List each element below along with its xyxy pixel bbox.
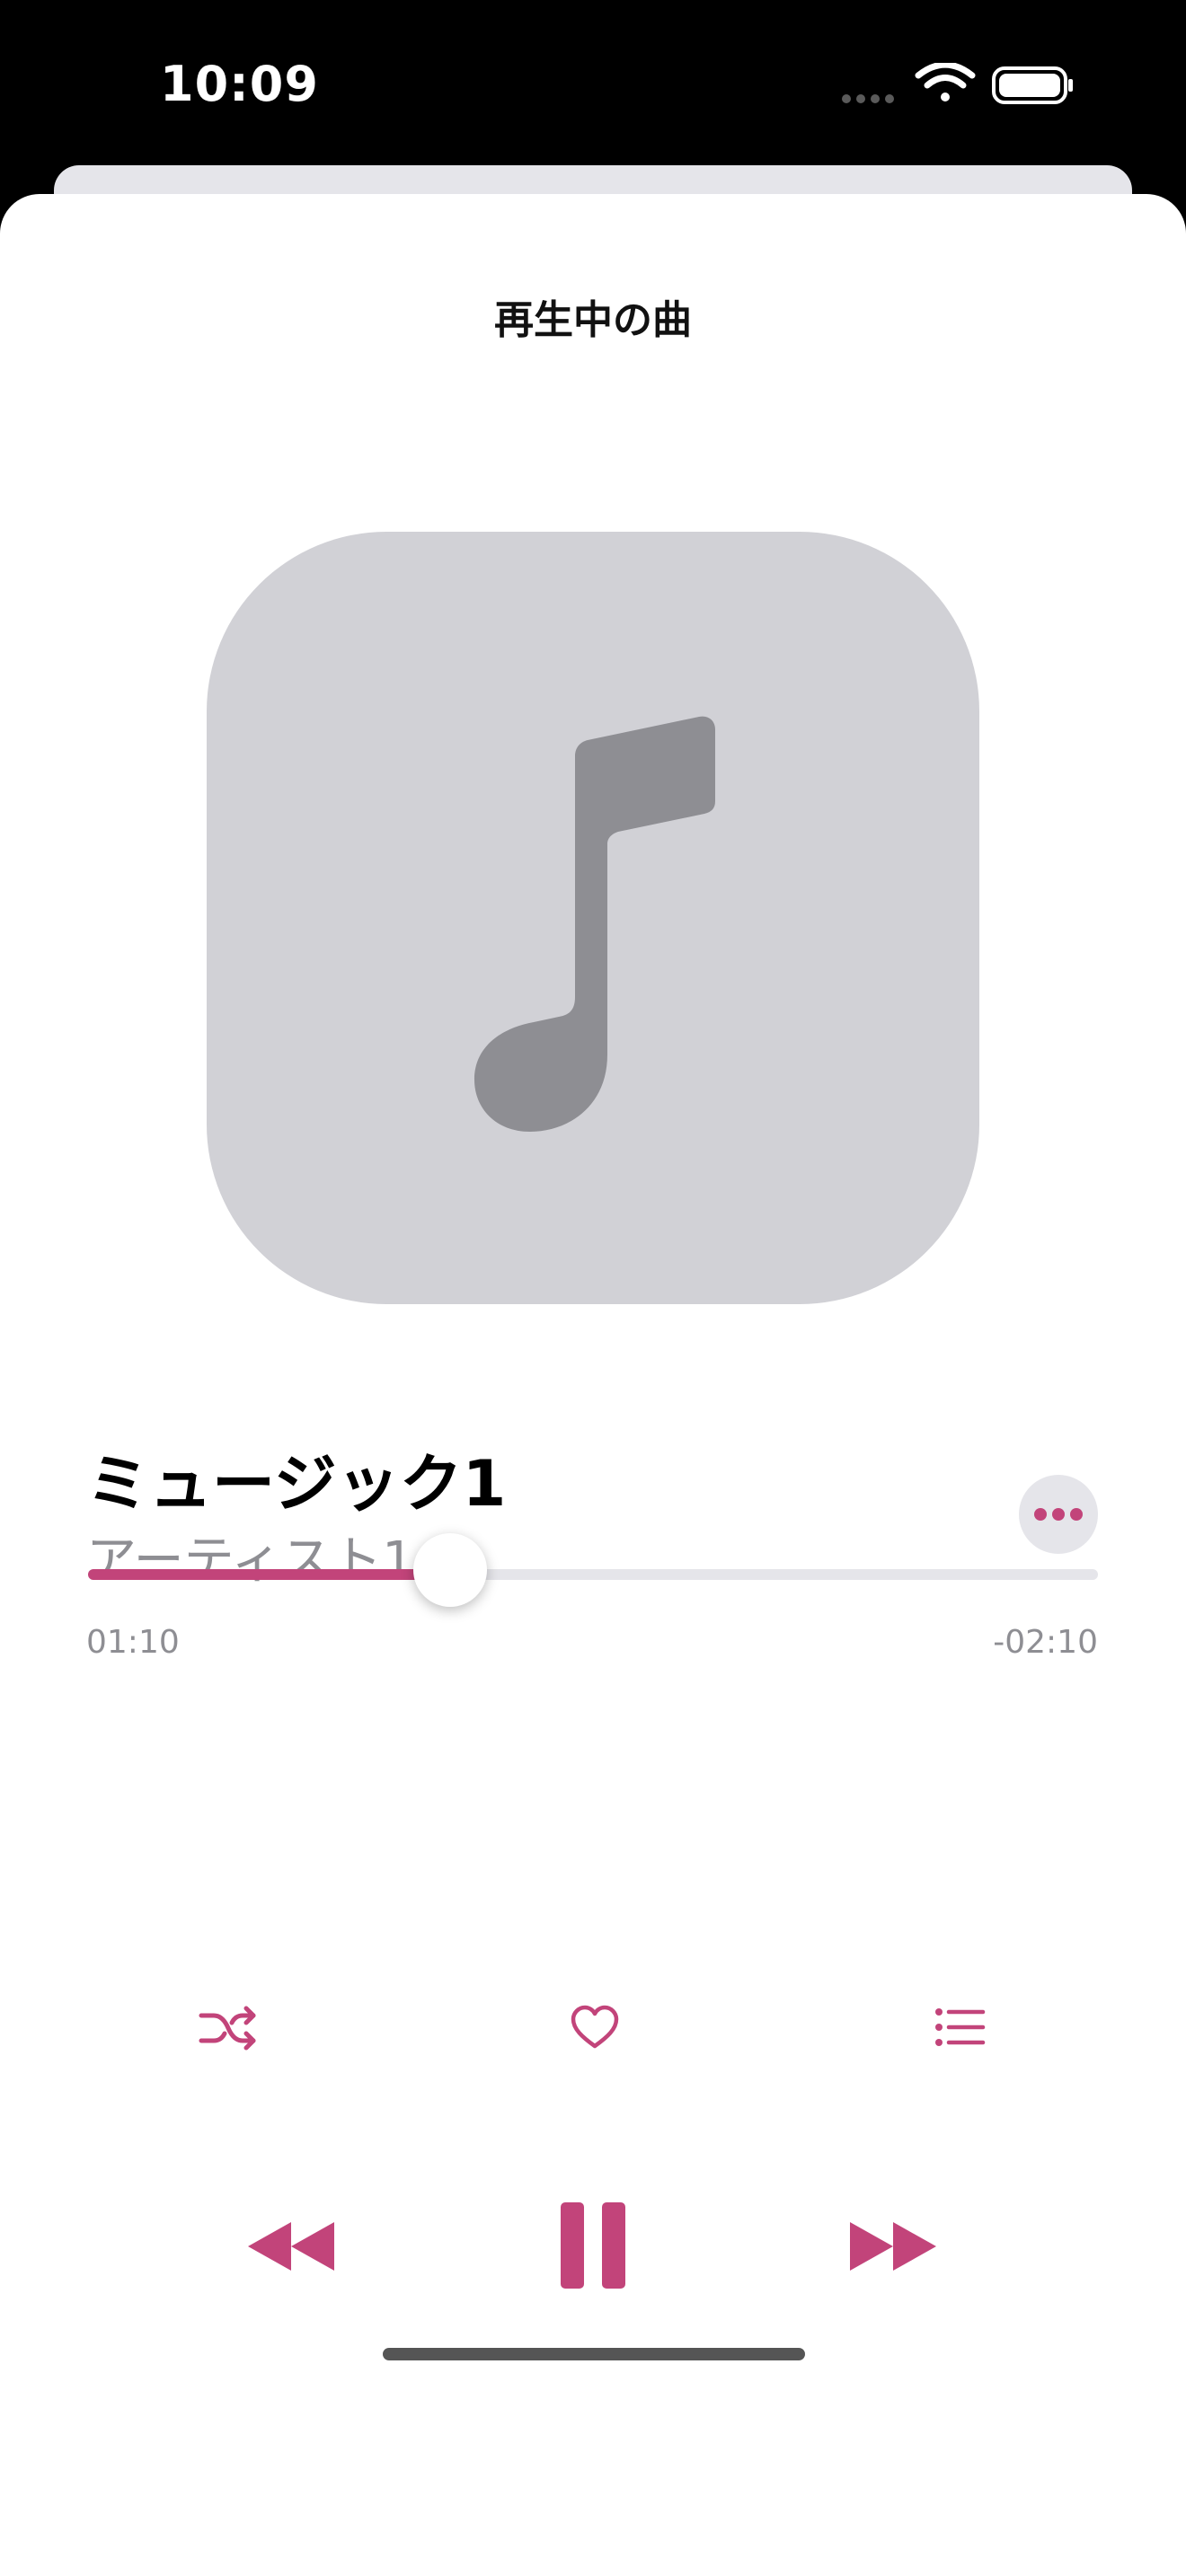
screen: 10:09 再生中の曲 ミュージック1 アーティスト1 01:10 -02:10 xyxy=(0,0,1186,2576)
ellipsis-icon xyxy=(1034,1508,1083,1521)
backward-icon xyxy=(248,2222,334,2271)
elapsed-time: 01:10 xyxy=(86,1624,180,1661)
shuffle-button[interactable] xyxy=(196,2003,261,2053)
favorite-button[interactable] xyxy=(570,2005,620,2050)
more-options-button[interactable] xyxy=(1019,1475,1098,1554)
pause-icon xyxy=(561,2202,625,2289)
status-icons-graphic xyxy=(842,61,1073,104)
track-artist: アーティスト1 xyxy=(86,1531,414,1590)
forward-button[interactable] xyxy=(846,2219,940,2274)
queue-button[interactable] xyxy=(934,2007,987,2048)
music-note-icon xyxy=(474,716,715,1132)
album-artwork xyxy=(207,532,979,1304)
progress-thumb[interactable] xyxy=(413,1533,487,1607)
progress-fill xyxy=(88,1569,442,1580)
battery-icon xyxy=(992,66,1073,104)
pause-button[interactable] xyxy=(559,2201,627,2290)
shuffle-icon xyxy=(199,2006,256,2051)
rewind-button[interactable] xyxy=(244,2219,338,2274)
heart-icon xyxy=(571,2005,619,2049)
forward-icon xyxy=(850,2222,936,2271)
progress-slider[interactable] xyxy=(88,1569,1098,1580)
signal-dots-icon xyxy=(842,94,894,103)
status-icons xyxy=(836,61,1078,108)
sheet-title: 再生中の曲 xyxy=(494,297,692,343)
list-icon xyxy=(935,2008,986,2046)
status-time: 10:09 xyxy=(160,56,319,112)
remaining-time: -02:10 xyxy=(993,1624,1098,1661)
track-title: ミュージック1 xyxy=(86,1447,507,1521)
wifi-icon xyxy=(915,61,976,101)
home-indicator[interactable] xyxy=(383,2348,805,2360)
